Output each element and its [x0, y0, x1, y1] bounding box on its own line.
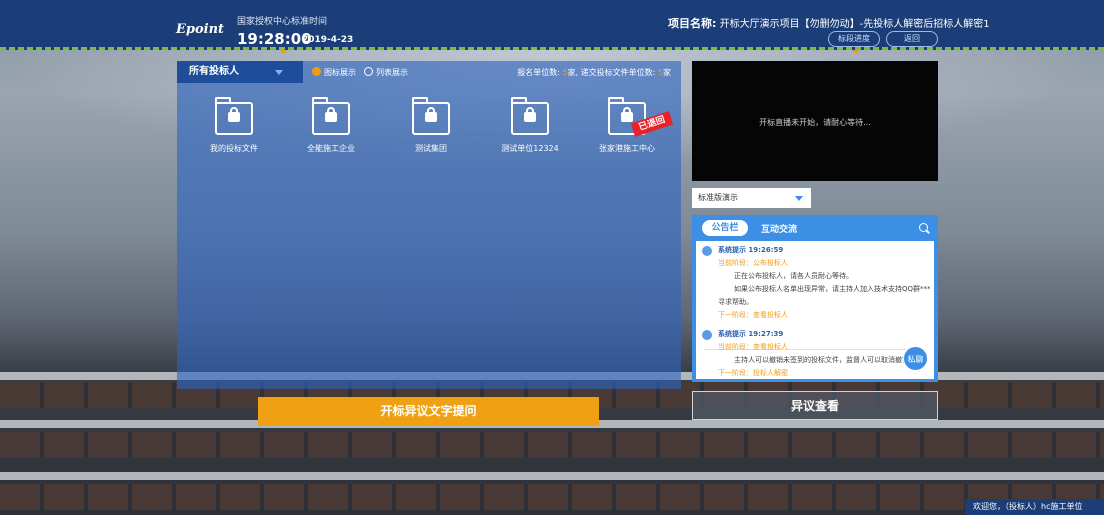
private-chat-button[interactable]: 私聊: [903, 346, 928, 371]
message-line: 正在公布投标人，请各人员耐心等待。: [734, 272, 853, 280]
folder-name: 测试单位12324: [501, 144, 559, 153]
user-avatar-icon: [702, 246, 712, 256]
locked-folder-icon: [312, 97, 350, 135]
progress-indicator: [853, 50, 858, 53]
seat-row: [0, 484, 1104, 510]
desk-row: [0, 472, 1104, 480]
message-stage: 当前阶段：查看投标人: [718, 343, 788, 351]
locked-folder-icon: [412, 97, 450, 135]
clock-date: 2019-4-23: [302, 35, 354, 45]
clock-time: 19:28:00: [237, 30, 312, 48]
submitted-count-label: 家, 递交投标文件单位数:: [567, 68, 658, 77]
message-line: 如果公布投标人名单出现异常，请主持人加入技术支持QQ群***: [734, 285, 931, 293]
message-line: 寻求帮助。: [718, 298, 753, 306]
mode-select[interactable]: 标准版演示: [692, 188, 811, 208]
seat-row: [0, 432, 1104, 458]
project-label: 项目名称:: [668, 17, 717, 30]
radio-unchecked-icon: [364, 67, 373, 76]
view-list-label: 列表展示: [376, 68, 408, 77]
locked-folder-icon: [215, 97, 253, 135]
back-button[interactable]: 返回: [886, 31, 938, 47]
notice-panel: 公告栏 互动交流 系统提示 19:26:59 当前阶段：公布投标人 正在公布投标…: [692, 215, 938, 382]
folder-item[interactable]: 全能施工企业: [286, 97, 376, 154]
top-header: Epoint 国家授权中心标准时间 19:28:00 2019-4-23 项目名…: [0, 0, 1104, 50]
project-name: 开标大厅演示项目【勿删勿动】-先投标人解密后招标人解密1: [719, 19, 990, 30]
folder-name: 张家港施工中心: [599, 144, 655, 153]
tab-notice-board[interactable]: 公告栏: [702, 220, 748, 236]
bidder-counts: 报名单位数: 5家, 递交投标文件单位数: 5家: [517, 67, 671, 78]
view-icon-label: 图标展示: [324, 68, 356, 77]
section-progress-button[interactable]: 标段进度: [828, 31, 880, 47]
bidder-filter-value: 所有投标人: [189, 66, 239, 77]
chevron-down-icon: [795, 196, 803, 201]
folder-name: 全能施工企业: [307, 144, 355, 153]
chevron-down-icon: [275, 70, 283, 75]
notice-message-list[interactable]: 系统提示 19:26:59 当前阶段：公布投标人 正在公布投标人，请各人员耐心等…: [696, 241, 934, 379]
view-icon-option[interactable]: 图标展示: [312, 67, 356, 78]
objection-view-button[interactable]: 异议查看: [692, 391, 938, 420]
message-next-stage: 下一阶段：查看投标人: [718, 311, 788, 319]
view-list-option[interactable]: 列表展示: [364, 67, 408, 78]
radio-checked-icon: [312, 67, 321, 76]
folder-item[interactable]: 我的投标文件: [189, 97, 279, 154]
live-video-player[interactable]: 开标直播未开始，请耐心等待...: [692, 61, 938, 181]
objection-question-button[interactable]: 开标异议文字提问: [258, 397, 599, 426]
folder-name: 测试集团: [415, 144, 447, 153]
locked-folder-icon: [511, 97, 549, 135]
message-next-stage: 下一阶段：投标人解密: [718, 369, 788, 377]
message-stage: 当前阶段：公布投标人: [718, 259, 788, 267]
registered-count-label: 报名单位数:: [517, 68, 563, 77]
mode-select-value: 标准版演示: [698, 193, 738, 202]
message-header: 系统提示 19:27:39: [718, 330, 784, 338]
header-stripe: [0, 47, 1104, 50]
message-line: 主持人可以撤销未签到的投标文件，监督人可以取消撤销: [734, 356, 909, 364]
folder-name: 我的投标文件: [210, 144, 258, 153]
bidder-files-panel: 所有投标人 图标展示 列表展示 报名单位数: 5家, 递交投标文件单位数: 5家…: [177, 61, 681, 389]
count-unit: 家: [663, 68, 671, 77]
search-icon[interactable]: [919, 223, 928, 232]
folder-item[interactable]: 已退回 张家港施工中心: [582, 97, 674, 154]
video-status-text: 开标直播未开始，请耐心等待...: [759, 118, 871, 127]
clock-indicator: [281, 50, 286, 53]
tab-interaction[interactable]: 互动交流: [761, 222, 797, 235]
folder-item[interactable]: 测试单位12324: [485, 97, 575, 154]
folder-item[interactable]: 测试集团: [386, 97, 476, 154]
project-title: 项目名称: 开标大厅演示项目【勿删勿动】-先投标人解密后招标人解密1: [668, 15, 990, 31]
bidder-filter-select[interactable]: 所有投标人: [177, 61, 303, 83]
welcome-user-text: 欢迎您，（投标人）hc施工单位: [965, 499, 1104, 515]
epoint-logo: Epoint: [176, 22, 225, 37]
time-source-label: 国家授权中心标准时间: [237, 17, 328, 27]
message-header: 系统提示 19:26:59: [718, 246, 784, 254]
user-avatar-icon: [702, 330, 712, 340]
